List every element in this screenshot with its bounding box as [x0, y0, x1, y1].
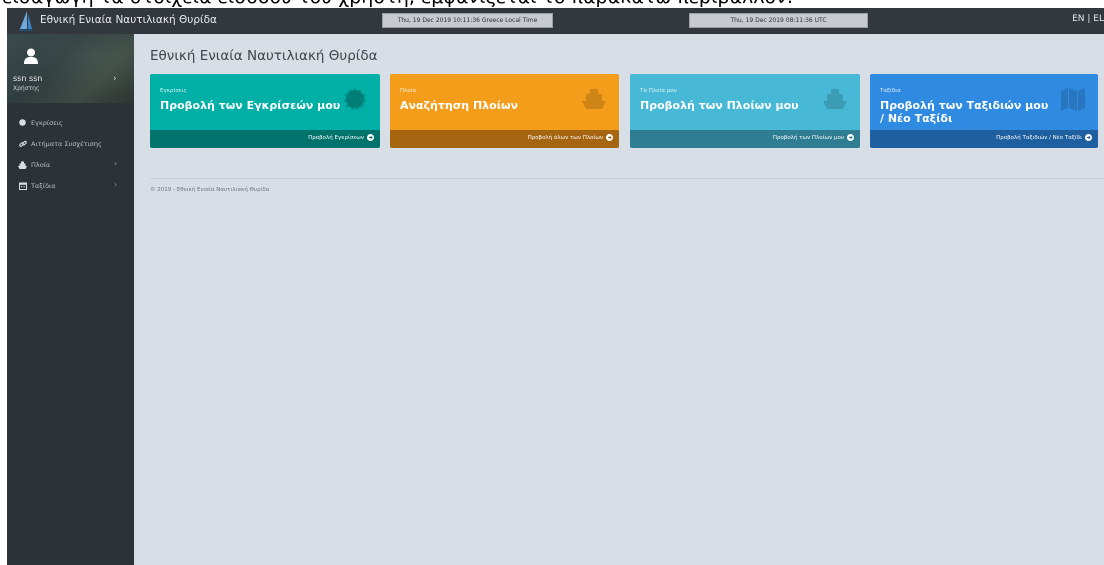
ship-icon	[18, 160, 27, 169]
card-label: Τα Πλοία μου	[640, 88, 677, 94]
chevron-right-icon: ›	[113, 74, 117, 84]
sidebar-item-label: Εγκρίσεις	[31, 118, 63, 127]
page-footer: © 2019 - Εθνική Ενιαία Ναυτιλιακή Θυρίδα	[150, 187, 270, 193]
card-label: Εγκρίσεις	[160, 88, 187, 94]
card-label: Ταξίδια	[880, 88, 901, 94]
divider	[150, 178, 1104, 179]
card-title: Προβολή των Εγκρίσεών μου	[160, 99, 341, 112]
arrow-circle-right-icon	[367, 134, 374, 141]
card-approvals: Εγκρίσεις Προβολή των Εγκρίσεών μου Προβ…	[150, 74, 380, 148]
map-icon	[1061, 88, 1085, 111]
chevron-right-icon: ›	[114, 159, 118, 168]
page-title: Εθνική Ενιαία Ναυτιλιακή Θυρίδα	[150, 48, 378, 64]
arrow-circle-right-icon	[1085, 134, 1092, 141]
main-content: Εθνική Ενιαία Ναυτιλιακή Θυρίδα Εγκρίσει…	[134, 34, 1104, 565]
sail-logo-icon	[19, 11, 33, 31]
badge-icon	[343, 87, 367, 111]
user-panel[interactable]: ssn ssn Χρήστης ›	[7, 34, 134, 103]
card-voyages: Ταξίδια Προβολή των Ταξιδιών μου / Νέο Τ…	[870, 74, 1098, 148]
card-footer-link[interactable]: Προβολή όλων των Πλοίων	[390, 130, 619, 148]
circle-icon	[18, 118, 27, 127]
caption-text: εισαγωγή τα στοιχεία εισόδου του χρήστη,…	[2, 0, 793, 8]
card-label: Πλοία	[400, 88, 417, 94]
language-switcher[interactable]: EN | EL	[1072, 14, 1104, 24]
top-navbar: Εθνική Ενιαία Ναυτιλιακή Θυρίδα Thu, 19 …	[7, 8, 1104, 34]
card-footer-link[interactable]: Προβολή των Πλοίων μου	[630, 130, 860, 148]
sidebar-item-label: Αιτήματα Συσχέτισης	[31, 139, 102, 148]
app-window: Εθνική Ενιαία Ναυτιλιακή Θυρίδα Thu, 19 …	[7, 8, 1104, 565]
utc-time-display: Thu, 19 Dec 2019 08:11:36 UTC	[689, 13, 868, 28]
card-title: Προβολή των Ταξιδιών μου / Νέο Ταξίδι	[880, 99, 1049, 125]
card-link-label: Προβολή όλων των Πλοίων	[527, 134, 603, 141]
card-ship-search: Πλοία Αναζήτηση Πλοίων Προβολή όλων των …	[390, 74, 619, 148]
arrow-circle-right-icon	[847, 134, 854, 141]
local-time-display: Thu, 19 Dec 2019 10:11:36 Greece Local T…	[382, 13, 553, 28]
calendar-icon	[18, 181, 27, 190]
app-name: Εθνική Ενιαία Ναυτιλιακή Θυρίδα	[40, 14, 217, 26]
chevron-right-icon: ›	[114, 180, 118, 189]
sidebar-item-voyages[interactable]: Ταξίδια ›	[7, 175, 134, 196]
link-icon	[18, 139, 27, 148]
card-title: Προβολή των Πλοίων μου	[640, 99, 799, 112]
sidebar-item-ships[interactable]: Πλοία ›	[7, 154, 134, 175]
card-title: Αναζήτηση Πλοίων	[400, 99, 519, 112]
card-my-ships: Τα Πλοία μου Προβολή των Πλοίων μου Προβ…	[630, 74, 860, 148]
card-footer-link[interactable]: Προβολή Εγκρίσεων	[150, 130, 380, 148]
arrow-circle-right-icon	[606, 134, 613, 141]
brand[interactable]: Εθνική Ενιαία Ναυτιλιακή Θυρίδα	[7, 8, 217, 34]
user-name: ssn ssn	[13, 74, 43, 83]
sidebar-item-label: Ταξίδια	[31, 181, 56, 190]
ship-icon	[582, 89, 606, 109]
user-role: Χρήστης	[13, 85, 40, 92]
sidebar-item-approvals[interactable]: Εγκρίσεις	[7, 112, 134, 133]
card-footer-link[interactable]: Προβολή Ταξιδιών / Νέο Ταξίδι	[870, 130, 1098, 148]
ship-icon	[823, 89, 847, 109]
document-caption-cropped: εισαγωγή τα στοιχεία εισόδου του χρήστη,…	[0, 0, 1104, 8]
card-link-label: Προβολή Ταξιδιών / Νέο Ταξίδι	[996, 134, 1082, 141]
user-avatar-icon	[24, 48, 38, 64]
sidebar-item-label: Πλοία	[31, 160, 51, 169]
sidebar-menu: Εγκρίσεις Αιτήματα Συσχέτισης Πλοία › Τα…	[7, 112, 134, 196]
sidebar-item-association-requests[interactable]: Αιτήματα Συσχέτισης	[7, 133, 134, 154]
card-link-label: Προβολή Εγκρίσεων	[308, 134, 364, 141]
sidebar: ssn ssn Χρήστης › Εγκρίσεις Αιτήματα Συσ…	[7, 34, 134, 565]
card-link-label: Προβολή των Πλοίων μου	[772, 134, 844, 141]
